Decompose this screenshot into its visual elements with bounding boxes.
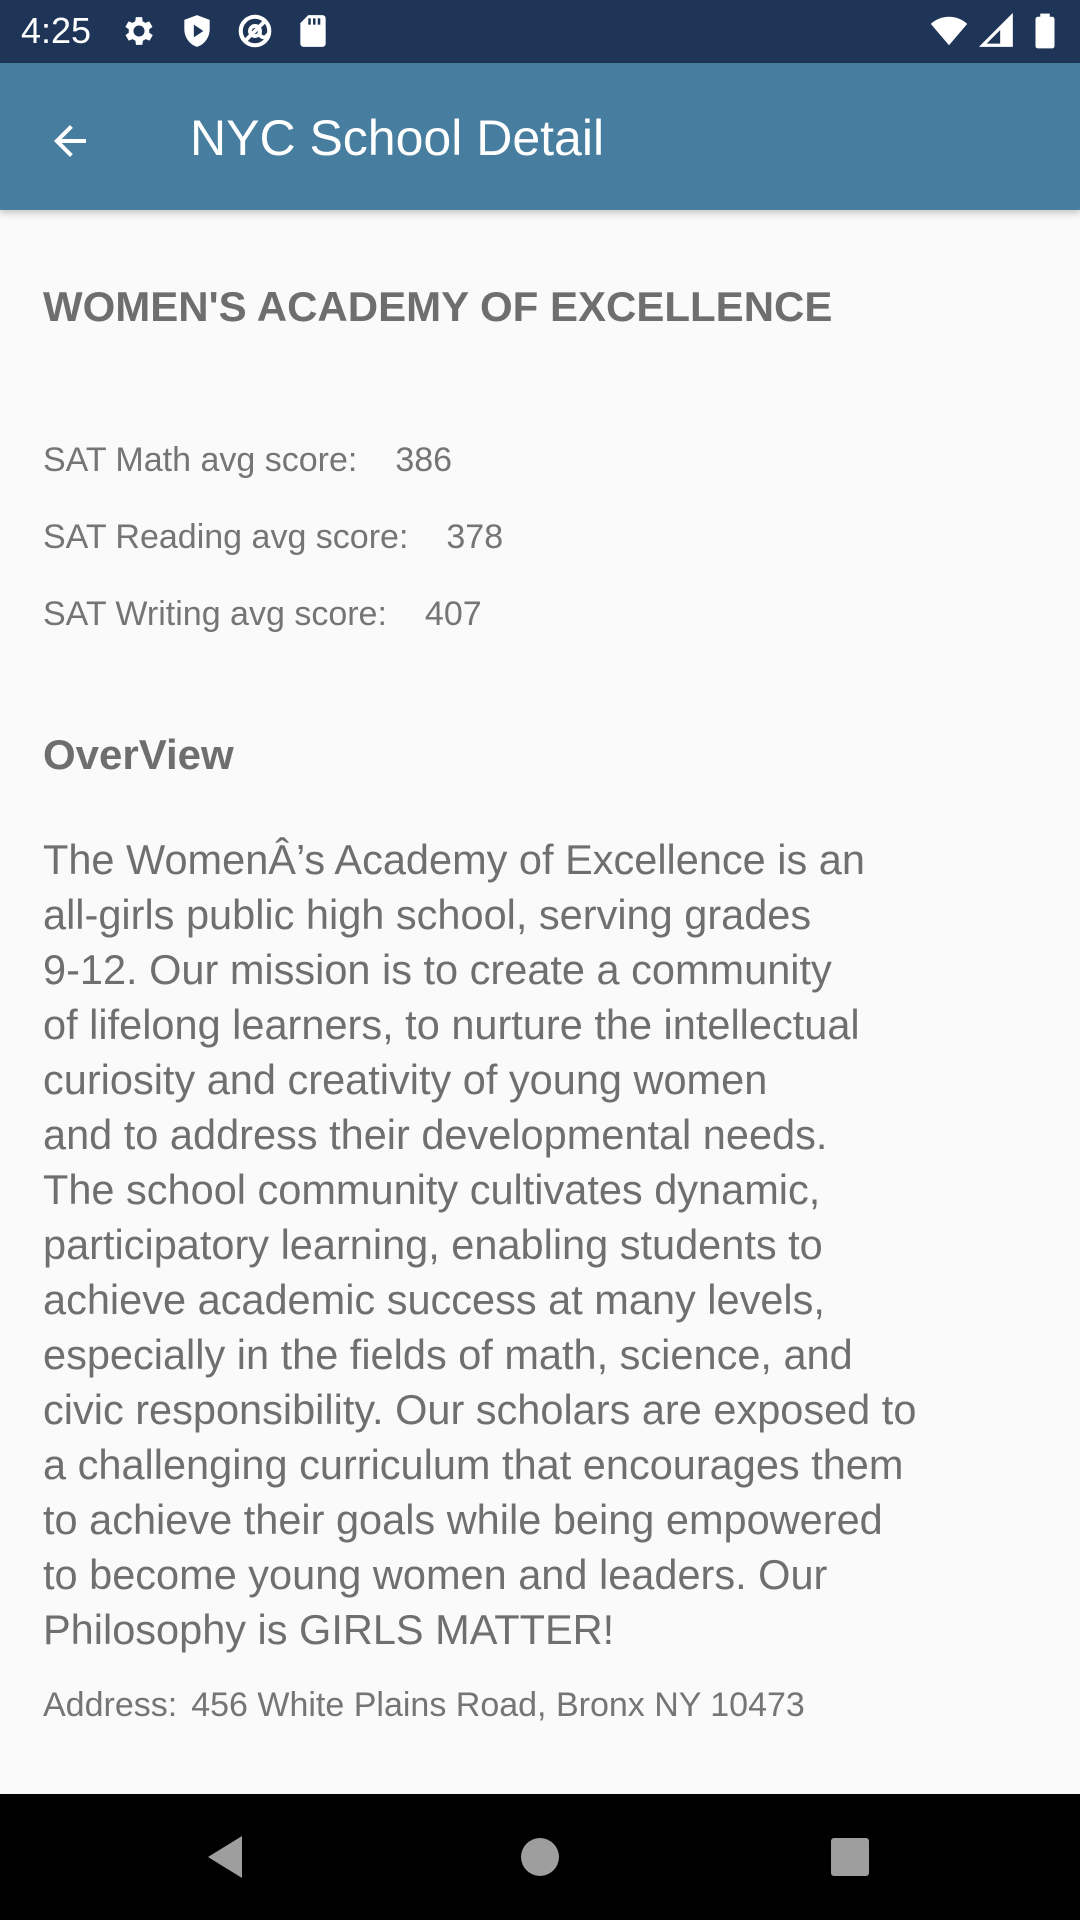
page-title: NYC School Detail xyxy=(190,110,605,166)
school-name: WOMEN'S ACADEMY OF EXCELLENCE xyxy=(43,283,833,330)
overview-heading: OverView xyxy=(43,731,234,778)
sd-card-icon xyxy=(294,12,332,50)
nav-recents-icon xyxy=(831,1838,869,1876)
settings-gear-icon xyxy=(120,12,158,50)
nav-home-icon xyxy=(521,1838,559,1876)
sat-math-value: 386 xyxy=(395,441,453,479)
status-system-icons xyxy=(930,12,1064,50)
nav-back-icon xyxy=(208,1836,242,1878)
battery-icon xyxy=(1026,12,1064,50)
sat-writing-label: SAT Writing avg score: xyxy=(43,595,387,633)
back-button[interactable] xyxy=(28,99,112,183)
address-label: Address: xyxy=(43,1686,178,1724)
status-notification-icons xyxy=(120,12,332,50)
sat-reading-label: SAT Reading avg score: xyxy=(43,518,409,556)
screen: 4:25 NYC School Detail WOMEN'S ACADEMY O… xyxy=(0,0,1080,1920)
overview-text: The WomenÂ’s Academy of Excellence is an… xyxy=(43,836,917,1653)
arrow-back-icon xyxy=(54,125,86,157)
nav-recents-button[interactable] xyxy=(817,1824,883,1890)
sat-math-label: SAT Math avg score: xyxy=(43,441,358,479)
navigation-bar xyxy=(0,1794,1080,1920)
shield-play-icon xyxy=(178,12,216,50)
sat-math-row: SAT Math avg score: 386 xyxy=(43,440,452,480)
sat-writing-row: SAT Writing avg score: 407 xyxy=(43,594,482,634)
nav-back-button[interactable] xyxy=(192,1824,258,1890)
cellular-signal-icon xyxy=(978,12,1016,50)
address-row: Address: 456 White Plains Road, Bronx NY … xyxy=(43,1685,805,1725)
sat-reading-value: 378 xyxy=(446,518,504,556)
at-sign-icon xyxy=(236,12,274,50)
sat-writing-value: 407 xyxy=(424,595,482,633)
address-value: 456 White Plains Road, Bronx NY 10473 xyxy=(191,1686,805,1724)
sat-reading-row: SAT Reading avg score: 378 xyxy=(43,517,503,557)
status-time: 4:25 xyxy=(21,10,92,51)
nav-home-button[interactable] xyxy=(507,1824,573,1890)
status-bar: 4:25 xyxy=(0,0,1080,63)
app-bar: NYC School Detail xyxy=(0,63,1080,210)
wifi-icon xyxy=(930,12,968,50)
